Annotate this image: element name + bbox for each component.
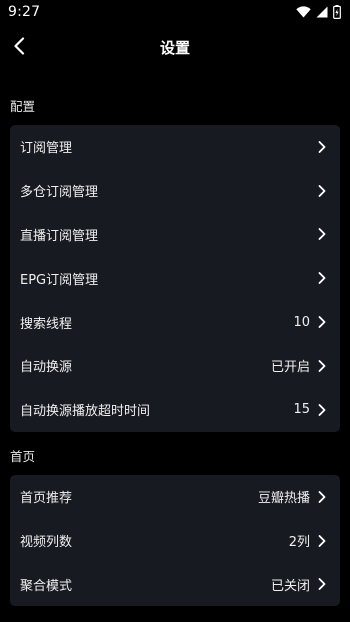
setting-row-epg[interactable]: EPG订阅管理 — [10, 256, 340, 300]
settings-card-config: 订阅管理 多仓订阅管理 直播订阅管理 EPG订阅管理 搜索线程 10 自动换源 … — [10, 125, 340, 432]
setting-label: 首页推荐 — [20, 491, 73, 507]
setting-value: 15 — [293, 402, 310, 418]
setting-value: 已开启 — [270, 360, 310, 376]
settings-card-home: 首页推荐 豆瓣热播 视频列数 2列 聚合模式 已关闭 — [10, 475, 340, 607]
setting-label: 聚合模式 — [20, 578, 73, 594]
setting-label: 直播订阅管理 — [20, 228, 99, 244]
setting-label: 搜索线程 — [20, 316, 73, 332]
setting-row-switch-timeout[interactable]: 自动换源播放超时时间 15 — [10, 388, 340, 432]
chevron-right-icon — [318, 534, 326, 547]
setting-value: 已关闭 — [270, 578, 310, 594]
setting-row-video-columns[interactable]: 视频列数 2列 — [10, 519, 340, 563]
chevron-right-icon — [318, 228, 326, 241]
setting-value: 豆瓣热播 — [257, 491, 310, 507]
setting-row-live[interactable]: 直播订阅管理 — [10, 213, 340, 257]
status-bar: 9:27 — [0, 0, 350, 24]
setting-label: 自动换源播放超时时间 — [20, 404, 151, 420]
status-icons — [296, 5, 341, 19]
page-title: 设置 — [159, 39, 190, 57]
battery-charging-icon — [333, 5, 341, 19]
setting-row-auto-switch[interactable]: 自动换源 已开启 — [10, 344, 340, 388]
chevron-right-icon — [318, 140, 326, 153]
setting-row-subscription[interactable]: 订阅管理 — [10, 125, 340, 169]
setting-row-home-recommend[interactable]: 首页推荐 豆瓣热播 — [10, 475, 340, 519]
setting-value: 2列 — [288, 535, 310, 551]
setting-label: 多仓订阅管理 — [20, 185, 99, 201]
setting-label: EPG订阅管理 — [20, 272, 99, 288]
chevron-right-icon — [318, 184, 326, 197]
section-title-home: 首页 — [10, 449, 36, 464]
chevron-right-icon — [318, 272, 326, 285]
status-time: 9:27 — [8, 4, 41, 20]
setting-row-multi-repo[interactable]: 多仓订阅管理 — [10, 169, 340, 213]
setting-label: 自动换源 — [20, 360, 73, 376]
top-bar: 设置 — [0, 30, 350, 66]
chevron-right-icon — [318, 359, 326, 372]
wifi-icon — [296, 6, 311, 18]
setting-label: 视频列数 — [20, 535, 73, 551]
chevron-right-icon — [318, 316, 326, 328]
chevron-right-icon — [318, 578, 326, 591]
signal-icon — [316, 6, 328, 18]
setting-row-aggregate-mode[interactable]: 聚合模式 已关闭 — [10, 563, 340, 607]
setting-label: 订阅管理 — [20, 141, 73, 157]
setting-value: 10 — [293, 314, 310, 330]
chevron-right-icon — [318, 490, 326, 503]
setting-row-search-threads[interactable]: 搜索线程 10 — [10, 300, 340, 344]
section-title-config: 配置 — [10, 99, 36, 114]
chevron-right-icon — [318, 403, 326, 416]
